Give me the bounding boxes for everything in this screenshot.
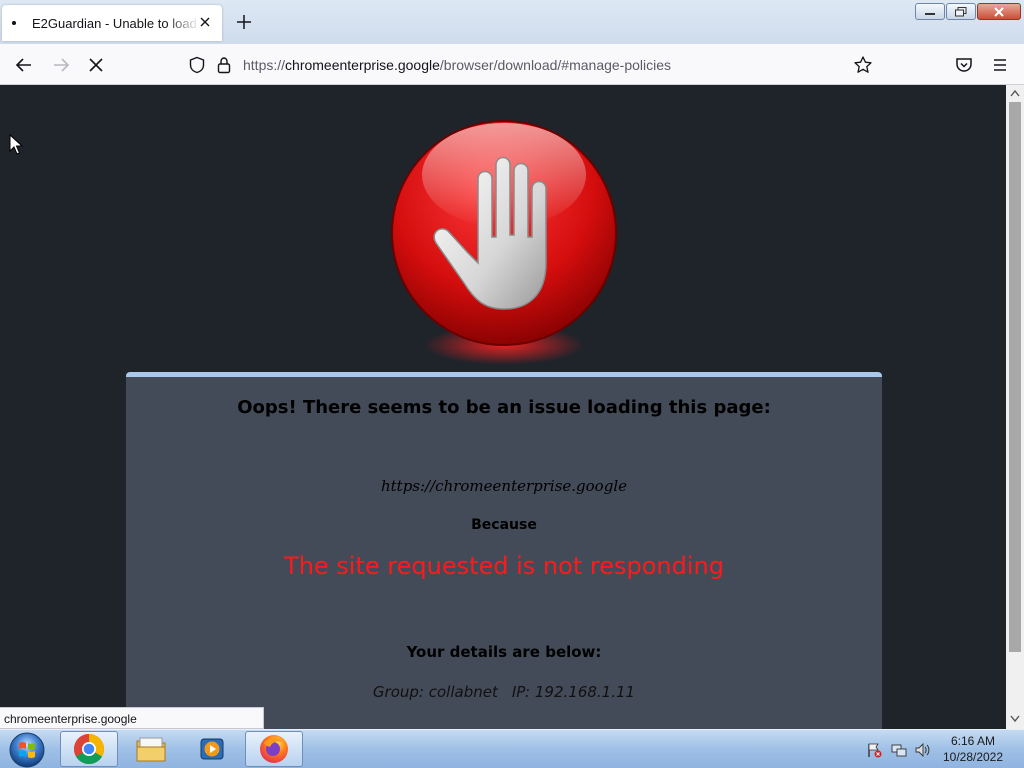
- lock-icon[interactable]: [216, 56, 232, 74]
- stop-x-icon[interactable]: [86, 55, 106, 75]
- close-icon[interactable]: [197, 14, 213, 30]
- scroll-down-icon[interactable]: [1010, 715, 1020, 723]
- windows-start-icon[interactable]: [6, 730, 48, 768]
- shield-icon[interactable]: [188, 56, 206, 74]
- close-icon: [994, 6, 1004, 17]
- hamburger-icon[interactable]: [990, 55, 1010, 75]
- media-player-icon: [200, 738, 224, 760]
- stop-hand-icon: [391, 120, 617, 365]
- taskbar-explorer[interactable]: [122, 731, 180, 767]
- taskbar: 6:16 AM 10/28/2022: [0, 729, 1024, 768]
- tab-strip: E2Guardian - Unable to load web page: [0, 0, 1024, 44]
- user-details: Group: collabnet IP: 192.168.1.11: [126, 683, 882, 701]
- window-controls: [915, 3, 1021, 20]
- blocked-url: https://chromeenterprise.google: [380, 477, 627, 495]
- ip-text: IP: 192.168.1.11: [511, 683, 636, 701]
- status-panel: chromeenterprise.google: [0, 707, 264, 729]
- network-icon[interactable]: [891, 742, 907, 758]
- star-icon[interactable]: [853, 55, 873, 75]
- navigation-toolbar: https://chromeenterprise.google/browser/…: [0, 44, 1024, 85]
- url-text[interactable]: https://chromeenterprise.google/browser/…: [243, 57, 671, 73]
- url-host: chromeenterprise.google: [285, 57, 440, 73]
- restore-icon: [955, 6, 967, 16]
- address-bar[interactable]: https://chromeenterprise.google/browser/…: [180, 50, 880, 80]
- page-scrollbar[interactable]: [1006, 85, 1024, 729]
- because-label: Because: [471, 517, 537, 533]
- tab-e2guardian[interactable]: E2Guardian - Unable to load web page: [2, 5, 222, 41]
- action-center-flag-icon[interactable]: [866, 742, 882, 758]
- mouse-cursor-icon: [9, 134, 23, 155]
- clock-time: 6:16 AM: [950, 734, 996, 748]
- plus-icon[interactable]: [235, 13, 253, 31]
- taskbar-firefox[interactable]: [245, 731, 303, 767]
- system-clock[interactable]: 6:16 AM 10/28/2022: [934, 733, 1012, 765]
- taskbar-chrome[interactable]: [60, 731, 118, 767]
- tab-title: E2Guardian - Unable to load web page: [32, 15, 200, 31]
- arrow-left-icon[interactable]: [14, 55, 34, 75]
- firefox-icon: [260, 735, 288, 763]
- pocket-icon[interactable]: [954, 55, 974, 75]
- group-text: Group: collabnet: [372, 683, 498, 701]
- url-scheme: https://: [243, 57, 286, 73]
- restore-button[interactable]: [946, 3, 976, 20]
- dot-icon: [12, 21, 16, 25]
- scroll-up-icon[interactable]: [1010, 89, 1020, 97]
- minimize-button[interactable]: [915, 3, 945, 20]
- chrome-icon: [73, 734, 105, 765]
- error-panel: Oops! There seems to be an issue loading…: [126, 372, 882, 729]
- arrow-right-icon[interactable]: [51, 55, 71, 75]
- folder-icon: [136, 737, 166, 762]
- close-window-button[interactable]: [977, 3, 1021, 20]
- url-path: /browser/download/#manage-policies: [439, 57, 672, 73]
- volume-icon[interactable]: [915, 742, 931, 758]
- error-heading: Oops! There seems to be an issue loading…: [237, 397, 771, 418]
- page-content: Oops! There seems to be an issue loading…: [0, 85, 1006, 729]
- clock-date: 10/28/2022: [942, 750, 1004, 764]
- scroll-thumb[interactable]: [1009, 102, 1021, 652]
- minimize-icon: [925, 12, 935, 15]
- taskbar-media-player[interactable]: [183, 731, 241, 767]
- details-heading: Your details are below:: [406, 643, 602, 661]
- error-reason: The site requested is not responding: [284, 552, 724, 580]
